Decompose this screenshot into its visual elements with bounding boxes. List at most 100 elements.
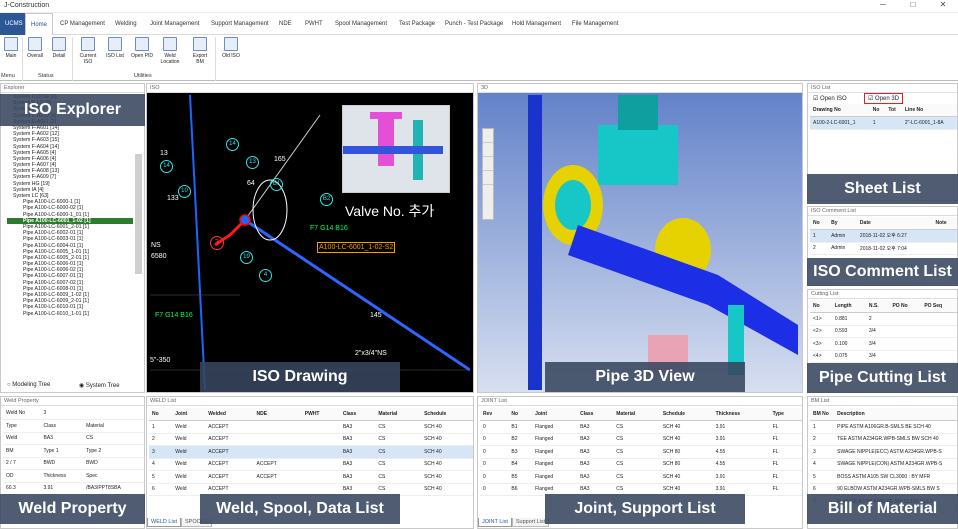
col-header[interactable]: Material (613, 408, 660, 421)
weld-location-button[interactable]: Weld Location (159, 37, 181, 65)
tab-spool-management[interactable]: Spool Management (330, 13, 392, 35)
tab-cp-management[interactable]: CP Management (55, 13, 110, 35)
overall-button[interactable]: Overall (24, 37, 46, 59)
valve-outline (252, 179, 288, 241)
table-row[interactable]: 4 SWAGE NIPPLE(CON) ASTM A234GR.WPB-S (810, 458, 957, 471)
property-row: Weld BA3 CS (3, 432, 144, 445)
col-header[interactable]: Length (831, 300, 866, 313)
detail-button[interactable]: Detail (48, 37, 70, 59)
col-header[interactable]: Schedule (421, 408, 473, 421)
old-iso-button[interactable]: Old ISO (220, 37, 242, 59)
table-row[interactable]: <4> 0.075 3/4 (810, 350, 957, 363)
col-header[interactable]: Type (769, 408, 802, 421)
explorer-header: Explorer (1, 84, 144, 93)
tab-welding[interactable]: Welding (110, 13, 142, 35)
tab-nde[interactable]: NDE (274, 13, 297, 35)
iso-tag-red: 3 (210, 236, 224, 250)
table-row[interactable]: 3 Weld ACCEPT BA3 CS SCH 40 (149, 445, 473, 459)
col-header[interactable]: Class (577, 408, 614, 421)
toolbar-pan-icon[interactable] (483, 157, 493, 171)
table-row[interactable]: 0 B5 Flanged BA3 CS SCH 40 3.91 FL (480, 470, 802, 484)
table-row[interactable]: <1> 0.881 2 (810, 312, 957, 326)
table-row[interactable]: 0 B1 Flanged BA3 CS SCH 40 3.91 FL (480, 420, 802, 434)
col-header[interactable]: No (149, 408, 173, 421)
col-header[interactable]: Rev (480, 408, 509, 421)
open-3d-checkbox[interactable]: ☑ Open 3D (864, 93, 904, 104)
col-header[interactable]: Material (375, 408, 422, 421)
col-header[interactable]: Schedule (659, 408, 713, 421)
tab-pwht[interactable]: PWHT (300, 13, 328, 35)
col-header[interactable]: NDE (253, 408, 302, 421)
tab-joint-management[interactable]: Joint Management (145, 13, 204, 35)
table-row[interactable]: <3> 0.100 3/4 (810, 337, 957, 351)
table-row[interactable]: 5 BOSS ASTM A105 SW CL3000 : BY MFR (810, 470, 957, 484)
col-header[interactable]: PO No (889, 300, 922, 313)
col-header[interactable]: Class (339, 408, 376, 421)
system-tree-radio[interactable]: ◉ System Tree (79, 382, 120, 389)
iso-list-button[interactable]: ISO List (104, 37, 126, 59)
tree-scrollbar[interactable] (135, 154, 142, 274)
iso-canvas[interactable]: Valve No. 추가 F7 G14 B16 A100-LC-6001_1-0… (150, 94, 471, 391)
tab-weld-list[interactable]: WELD List (147, 518, 181, 527)
table-row[interactable]: 2 TEE ASTM A234GR.WPB-SMLS BW SCH 40 (810, 433, 957, 446)
toolbar-select-icon[interactable] (483, 129, 493, 143)
tab-test-package[interactable]: Test Package (394, 13, 440, 35)
table-row[interactable]: 0 B3 Flanged BA3 CS SCH 80 4.55 FL (480, 445, 802, 459)
col-header[interactable]: No (508, 408, 533, 421)
col-header[interactable]: PWHT (301, 408, 340, 421)
tab-support-management[interactable]: Support Management (206, 13, 274, 35)
isolist-header: ISO List (808, 84, 957, 93)
table-row[interactable]: 0 B4 Flanged BA3 CS SCH 80 4.55 FL (480, 458, 802, 471)
tab-home[interactable]: Home (25, 13, 54, 35)
col-header[interactable]: Welded (205, 408, 254, 421)
table-row[interactable]: A100-2-LC-6001_1 1 2"-LC-6001_1-8A (810, 116, 957, 130)
tab-joint-list[interactable]: JOINT List (478, 518, 512, 527)
maximize-button[interactable]: □ (898, 0, 928, 13)
table-row[interactable]: 5 Weld ACCEPT ACCEPT BA3 CS SCH 40 (149, 470, 473, 484)
col-header[interactable]: Tot (885, 104, 902, 117)
table-row[interactable]: 1 PIPE ASTM A106GR.B-SMLS BE SCH 40 (810, 420, 957, 434)
col-header[interactable]: N.S. (865, 300, 890, 313)
table-row[interactable]: 1 Admin 2018-11-02 오후 6:27 (810, 229, 957, 243)
current-iso-button[interactable]: Current ISO (77, 37, 99, 65)
table-row[interactable]: 1 Weld ACCEPT BA3 CS SCH 40 (149, 420, 473, 434)
tab-file-management[interactable]: File Management (567, 13, 623, 35)
close-button[interactable]: ✕ (928, 0, 958, 13)
col-header[interactable]: No (810, 300, 832, 313)
toolbar-fit-icon[interactable] (483, 185, 493, 199)
col-header[interactable]: Thickness (712, 408, 770, 421)
col-header[interactable]: No (869, 104, 886, 117)
modeling-tree-radio[interactable]: ○ Modeling Tree (7, 382, 50, 388)
table-row[interactable]: 0 B2 Flanged BA3 CS SCH 40 3.91 FL (480, 433, 802, 446)
col-header[interactable]: Joint (172, 408, 206, 421)
table-row[interactable]: 2 Weld ACCEPT BA3 CS SCH 40 (149, 433, 473, 446)
weld-point (239, 214, 251, 226)
minimize-button[interactable]: ─ (868, 0, 898, 13)
col-header[interactable]: PO Seq (921, 300, 957, 313)
toolbar-rotate-icon[interactable] (483, 143, 493, 157)
table-row[interactable]: 4 Weld ACCEPT ACCEPT BA3 CS SCH 40 (149, 458, 473, 471)
tab-punch-test-package[interactable]: Punch - Test Package (440, 13, 508, 35)
table-row[interactable]: 3 SWAGE NIPPLE(ECC) ASTM A234GR.WPB-S (810, 445, 957, 459)
col-header[interactable]: Joint (532, 408, 578, 421)
col-header[interactable]: BM No (810, 408, 835, 421)
col-header[interactable]: Drawing No (810, 104, 870, 117)
tab-hold-management[interactable]: Hold Management (507, 13, 566, 35)
toolbar-zoom-icon[interactable] (483, 171, 493, 185)
export-bm-button[interactable]: Export BM (189, 37, 211, 65)
col-header[interactable]: Line No (901, 104, 957, 117)
col-header[interactable]: Note (932, 217, 957, 230)
open-iso-checkbox[interactable]: ☑ Open ISO (813, 95, 847, 102)
col-header[interactable]: By (828, 217, 857, 230)
tab-support-list[interactable]: Support List (511, 518, 550, 527)
table-row[interactable]: <2> 0.593 3/4 (810, 325, 957, 338)
iso-tag: B1 (270, 178, 283, 191)
col-header[interactable]: Description (834, 408, 957, 421)
tab-ucms[interactable]: UCMS (0, 13, 28, 35)
main-button[interactable]: Main (0, 37, 22, 59)
col-header[interactable]: Date (856, 217, 933, 230)
tree-item-pipe[interactable]: Pipe A100-LC-6010_1-01 [1] (7, 311, 133, 317)
open-pid-button[interactable]: Open PID (131, 37, 153, 59)
col-header[interactable]: No (810, 217, 829, 230)
table-row[interactable]: 2 Admin 2018-11-02 오후 7:04 (810, 242, 957, 255)
